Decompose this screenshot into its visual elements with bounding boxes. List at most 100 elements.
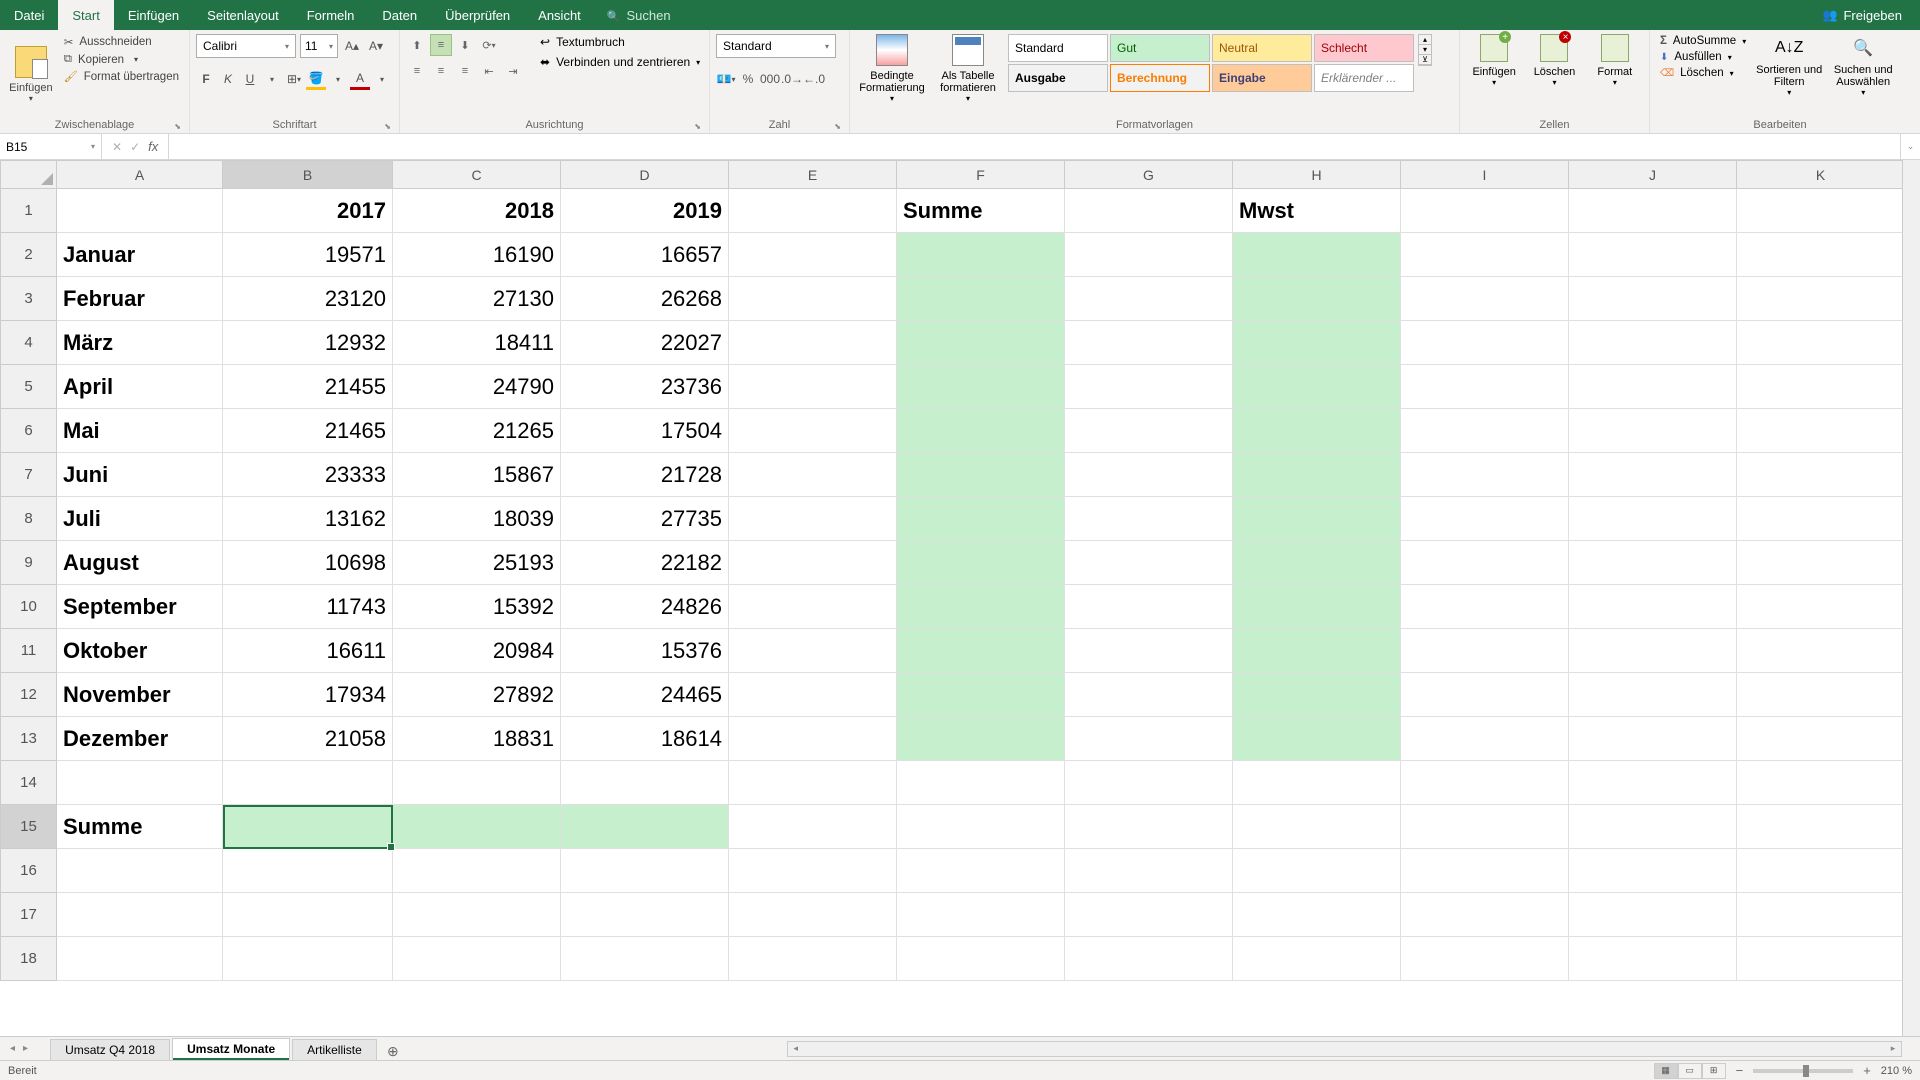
cell-K2[interactable] — [1737, 233, 1905, 277]
cell-G8[interactable] — [1065, 497, 1233, 541]
zoom-slider[interactable] — [1753, 1069, 1853, 1073]
cell-J18[interactable] — [1569, 937, 1737, 981]
cell-K8[interactable] — [1737, 497, 1905, 541]
cell-E16[interactable] — [729, 849, 897, 893]
merge-center-button[interactable]: ⬌Verbinden und zentrieren▾ — [536, 54, 704, 70]
cell-B17[interactable] — [223, 893, 393, 937]
cell-K13[interactable] — [1737, 717, 1905, 761]
cell-C10[interactable]: 15392 — [393, 585, 561, 629]
cell-H8[interactable] — [1233, 497, 1401, 541]
cell-D3[interactable]: 26268 — [561, 277, 729, 321]
cell-K4[interactable] — [1737, 321, 1905, 365]
cell-F5[interactable] — [897, 365, 1065, 409]
cell-J2[interactable] — [1569, 233, 1737, 277]
cell-A17[interactable] — [57, 893, 223, 937]
insert-cells-button[interactable]: Einfügen▾ — [1466, 34, 1522, 87]
formula-input[interactable] — [169, 134, 1900, 159]
cell-B15[interactable] — [223, 805, 393, 849]
cell-B2[interactable]: 19571 — [223, 233, 393, 277]
cell-F12[interactable] — [897, 673, 1065, 717]
cell-J1[interactable] — [1569, 189, 1737, 233]
find-select-button[interactable]: 🔍 Suchen und Auswählen▾ — [1828, 34, 1898, 97]
sheet-tab-umsatz-monate[interactable]: Umsatz Monate — [172, 1038, 290, 1060]
cell-K9[interactable] — [1737, 541, 1905, 585]
cell-H15[interactable] — [1233, 805, 1401, 849]
cell-B9[interactable]: 10698 — [223, 541, 393, 585]
row-header-11[interactable]: 11 — [1, 629, 57, 673]
format-as-table-button[interactable]: Als Tabelle formatieren▾ — [932, 34, 1004, 103]
cell-A4[interactable]: März — [57, 321, 223, 365]
cell-I5[interactable] — [1401, 365, 1569, 409]
cell-A7[interactable]: Juni — [57, 453, 223, 497]
view-normal-button[interactable]: ▦ — [1654, 1063, 1678, 1079]
cell-F17[interactable] — [897, 893, 1065, 937]
cell-H1[interactable]: Mwst — [1233, 189, 1401, 233]
tab-ansicht[interactable]: Ansicht — [524, 0, 595, 30]
cell-G4[interactable] — [1065, 321, 1233, 365]
cell-A11[interactable]: Oktober — [57, 629, 223, 673]
cell-F1[interactable]: Summe — [897, 189, 1065, 233]
cell-F13[interactable] — [897, 717, 1065, 761]
cell-E8[interactable] — [729, 497, 897, 541]
cell-E6[interactable] — [729, 409, 897, 453]
tell-me-search[interactable]: Suchen — [607, 8, 671, 23]
cell-B8[interactable]: 13162 — [223, 497, 393, 541]
row-header-3[interactable]: 3 — [1, 277, 57, 321]
row-header-14[interactable]: 14 — [1, 761, 57, 805]
cell-H11[interactable] — [1233, 629, 1401, 673]
cell-C14[interactable] — [393, 761, 561, 805]
column-header-A[interactable]: A — [57, 161, 223, 189]
cell-H3[interactable] — [1233, 277, 1401, 321]
cell-F4[interactable] — [897, 321, 1065, 365]
cell-C3[interactable]: 27130 — [393, 277, 561, 321]
delete-cells-button[interactable]: Löschen▾ — [1526, 34, 1582, 87]
cell-E11[interactable] — [729, 629, 897, 673]
cell-A5[interactable]: April — [57, 365, 223, 409]
cell-G6[interactable] — [1065, 409, 1233, 453]
column-header-K[interactable]: K — [1737, 161, 1905, 189]
style-erklaerend[interactable]: Erklärender ... — [1314, 64, 1414, 92]
cell-J7[interactable] — [1569, 453, 1737, 497]
format-cells-button[interactable]: Format▾ — [1587, 34, 1643, 87]
cell-J10[interactable] — [1569, 585, 1737, 629]
column-header-I[interactable]: I — [1401, 161, 1569, 189]
cell-B11[interactable]: 16611 — [223, 629, 393, 673]
cell-J9[interactable] — [1569, 541, 1737, 585]
align-bottom-button[interactable]: ⬇ — [454, 34, 476, 56]
cell-K7[interactable] — [1737, 453, 1905, 497]
cell-C7[interactable]: 15867 — [393, 453, 561, 497]
cell-A8[interactable]: Juli — [57, 497, 223, 541]
cell-I17[interactable] — [1401, 893, 1569, 937]
indent-decrease-button[interactable]: ⇤ — [478, 60, 500, 82]
align-right-button[interactable]: ≡ — [454, 60, 476, 82]
cell-B12[interactable]: 17934 — [223, 673, 393, 717]
select-all-corner[interactable] — [1, 161, 57, 189]
sheet-nav-last[interactable]: ▸ — [23, 1043, 28, 1054]
cell-G7[interactable] — [1065, 453, 1233, 497]
cell-E15[interactable] — [729, 805, 897, 849]
cell-F2[interactable] — [897, 233, 1065, 277]
cell-B6[interactable]: 21465 — [223, 409, 393, 453]
cell-D7[interactable]: 21728 — [561, 453, 729, 497]
cell-I2[interactable] — [1401, 233, 1569, 277]
cell-J4[interactable] — [1569, 321, 1737, 365]
cell-K18[interactable] — [1737, 937, 1905, 981]
cell-D4[interactable]: 22027 — [561, 321, 729, 365]
cell-C17[interactable] — [393, 893, 561, 937]
cell-C11[interactable]: 20984 — [393, 629, 561, 673]
cell-E2[interactable] — [729, 233, 897, 277]
add-sheet-button[interactable]: ⊕ — [379, 1043, 407, 1060]
cell-I11[interactable] — [1401, 629, 1569, 673]
cell-H10[interactable] — [1233, 585, 1401, 629]
cell-G9[interactable] — [1065, 541, 1233, 585]
cell-B13[interactable]: 21058 — [223, 717, 393, 761]
cell-K3[interactable] — [1737, 277, 1905, 321]
style-ausgabe[interactable]: Ausgabe — [1008, 64, 1108, 92]
cell-A1[interactable] — [57, 189, 223, 233]
cell-F11[interactable] — [897, 629, 1065, 673]
cell-G3[interactable] — [1065, 277, 1233, 321]
cell-I4[interactable] — [1401, 321, 1569, 365]
cell-H6[interactable] — [1233, 409, 1401, 453]
cell-G5[interactable] — [1065, 365, 1233, 409]
tab-start[interactable]: Start — [58, 0, 113, 30]
